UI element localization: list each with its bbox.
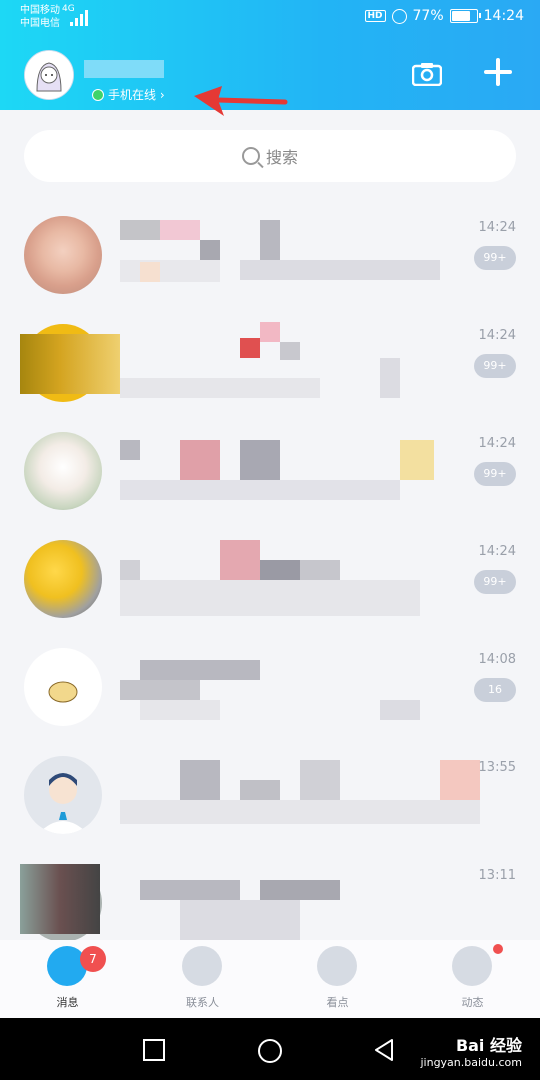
conversation-time: 14:08 (478, 652, 516, 667)
planet-icon (452, 946, 492, 986)
tab-label: 联系人 (186, 996, 219, 1009)
hd-icon: HD (364, 10, 386, 22)
avatar (24, 216, 102, 294)
conversation-time: 14:24 (478, 544, 516, 559)
tab-label: 动态 (461, 996, 484, 1009)
tab-messages[interactable]: 7 消息 (0, 940, 135, 1018)
online-label: 手机在线 › (108, 88, 165, 102)
avatar (24, 756, 102, 834)
search-bar[interactable]: 搜索 (24, 130, 516, 182)
unread-badge: 99+ (474, 462, 516, 486)
unread-badge: 99+ (474, 570, 516, 594)
contacts-icon (182, 946, 222, 986)
carrier-2: 中国电信 (20, 18, 60, 29)
watermark-line-2: jingyan.baidu.com (420, 1056, 522, 1069)
tab-label: 看点 (326, 996, 349, 1009)
conversation-time: 13:55 (478, 760, 516, 775)
recent-apps-icon[interactable] (142, 1038, 166, 1062)
header: 中国移动 中国电信 4G HD 77% 14:24 手机在线 › (0, 0, 540, 116)
avatar (24, 432, 102, 510)
search-icon (241, 147, 260, 165)
conversation-row[interactable]: 14:24 99+ (0, 200, 540, 308)
conversation-row[interactable]: 14:24 99+ (0, 308, 540, 416)
online-status[interactable]: 手机在线 › (92, 86, 165, 103)
my-nickname[interactable] (84, 60, 164, 78)
battery-icon (449, 9, 481, 23)
watermark: Bai 经验 jingyan.baidu.com (420, 1032, 522, 1069)
online-dot-icon (92, 88, 104, 101)
tab-label: 消息 (56, 996, 79, 1009)
battery-percent: 77% (412, 8, 444, 24)
status-time: 14:24 (483, 8, 524, 24)
unread-badge: 16 (474, 678, 516, 702)
home-icon[interactable] (257, 1038, 283, 1064)
eye-icon (317, 946, 357, 986)
status-bar: 中国移动 中国电信 4G HD 77% 14:24 (0, 0, 540, 36)
add-icon[interactable] (484, 58, 512, 86)
bottom-tab-bar: 7 消息 联系人 看点 动态 (0, 940, 540, 1018)
avatar (24, 540, 102, 618)
tab-feed[interactable]: 动态 (405, 940, 540, 1018)
back-icon[interactable] (372, 1038, 396, 1062)
conversation-time: 14:24 (478, 220, 516, 235)
tab-contacts[interactable]: 联系人 (135, 940, 270, 1018)
my-avatar[interactable] (24, 50, 74, 100)
feed-notification-dot (493, 944, 503, 954)
alarm-icon (391, 8, 407, 24)
conversation-row[interactable]: 14:24 99+ (0, 524, 540, 632)
conversation-row[interactable]: 14:24 99+ (0, 416, 540, 524)
avatar (24, 648, 102, 726)
annotation-arrow-icon (194, 86, 288, 116)
network-type: 4G (62, 4, 75, 14)
unread-badge: 99+ (474, 246, 516, 270)
messages-badge: 7 (80, 946, 106, 972)
watermark-line-1: Bai 经验 (455, 1036, 522, 1055)
unread-badge: 99+ (474, 354, 516, 378)
carrier-info: 中国移动 中国电信 (20, 4, 60, 30)
carrier-1: 中国移动 (20, 5, 60, 16)
conversation-row[interactable]: 14:08 16 (0, 632, 540, 740)
conversation-time: 13:11 (478, 868, 516, 883)
conversation-row[interactable]: 13:55 (0, 740, 540, 848)
conversation-time: 14:24 (478, 328, 516, 343)
conversation-time: 14:24 (478, 436, 516, 451)
search-placeholder: 搜索 (265, 148, 298, 167)
camera-icon[interactable] (412, 62, 442, 86)
tab-discover[interactable]: 看点 (270, 940, 405, 1018)
